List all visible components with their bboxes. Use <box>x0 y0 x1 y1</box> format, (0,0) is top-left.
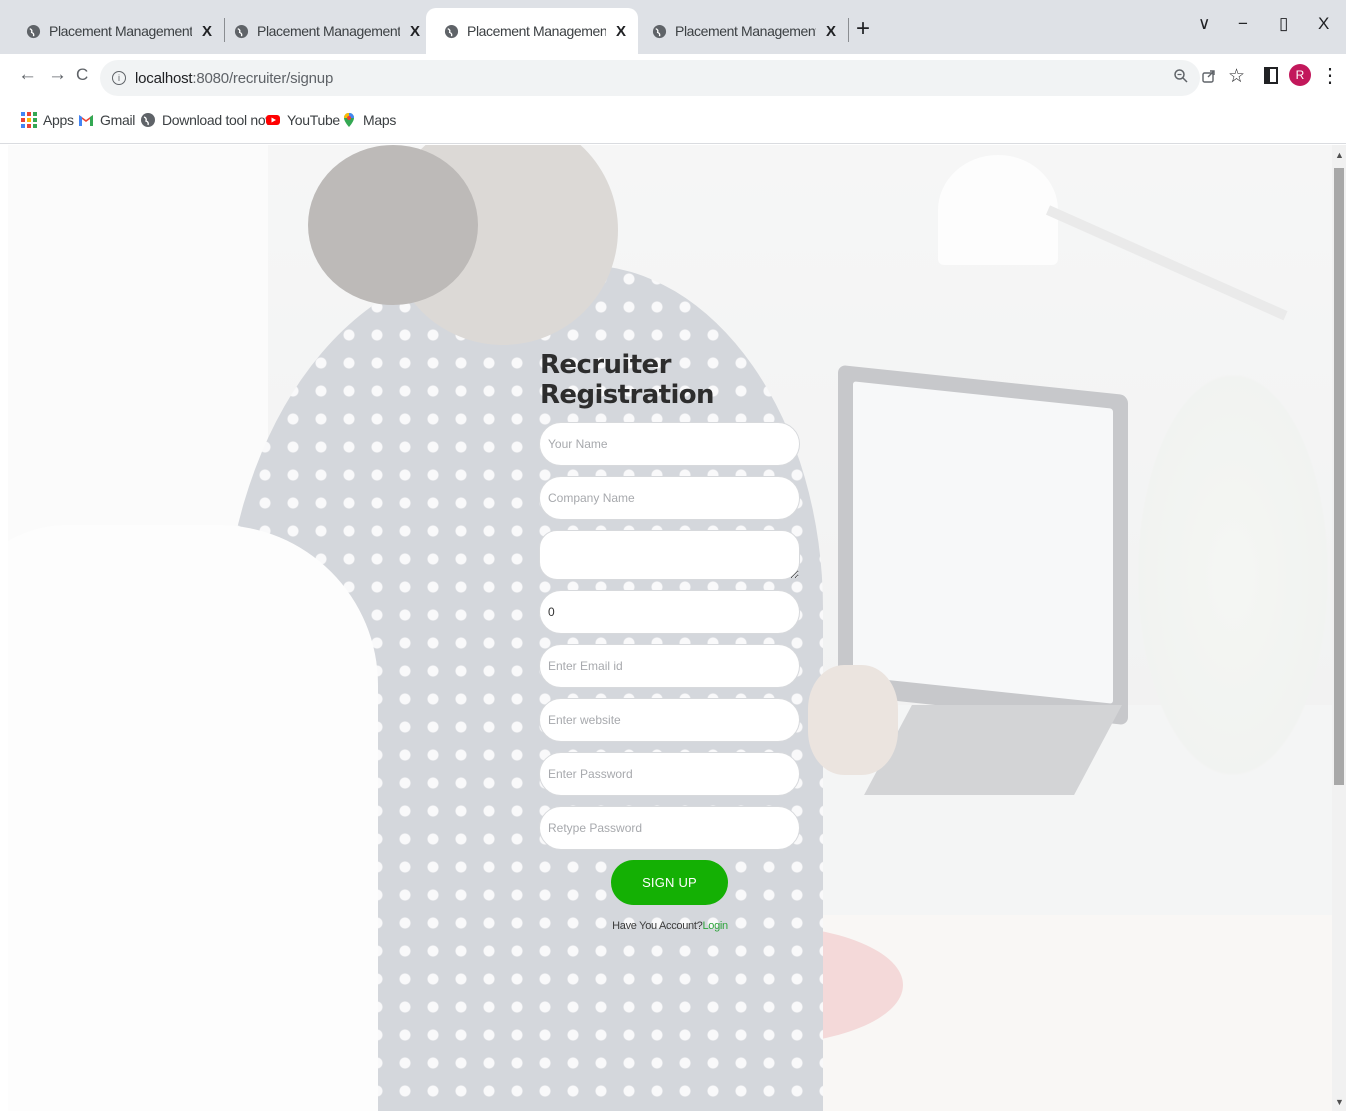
tab-close-icon[interactable]: X <box>616 23 626 40</box>
bookmark-label: Apps <box>43 112 74 128</box>
bookmark-label: Maps <box>363 112 397 128</box>
sign-up-button[interactable]: SIGN UP <box>611 860 728 905</box>
address-bar[interactable]: i localhost:8080/recruiter/signup <box>100 60 1200 96</box>
page-viewport: Recruiter Registration SIGN UP Have You … <box>8 145 1332 1111</box>
number-input[interactable] <box>539 590 800 634</box>
url-text: localhost:8080/recruiter/signup <box>135 70 333 87</box>
site-info-icon[interactable]: i <box>112 71 126 85</box>
email-input[interactable] <box>539 644 800 688</box>
tab-placement-1[interactable]: Placement Management System X <box>8 8 224 54</box>
tab-close-icon[interactable]: X <box>202 23 212 40</box>
bookmark-label: Gmail <box>100 112 136 128</box>
menu-kebab-icon[interactable]: ⋮ <box>1320 63 1340 88</box>
retype-password-input[interactable] <box>539 806 800 850</box>
scrollbar-thumb[interactable] <box>1334 168 1344 785</box>
bookmark-label: YouTube <box>287 112 340 128</box>
scroll-up-arrow-icon[interactable]: ▲ <box>1335 150 1344 160</box>
tab-title: Placement Management System <box>257 23 400 39</box>
password-input[interactable] <box>539 752 800 796</box>
forward-button[interactable]: → <box>48 64 67 86</box>
tab-placement-2[interactable]: Placement Management System X <box>216 8 432 54</box>
back-button[interactable]: ← <box>18 64 37 86</box>
login-link[interactable]: Login <box>702 920 728 932</box>
bookmark-apps[interactable]: Apps <box>21 112 74 128</box>
new-tab-button[interactable]: + <box>856 15 870 43</box>
bookmark-label: Download tool now <box>162 112 276 128</box>
tab-strip: Placement Management System X Placement … <box>0 0 1346 54</box>
bookmark-youtube[interactable]: YouTube <box>265 112 340 128</box>
globe-icon <box>652 24 667 38</box>
page-title: Recruiter Registration <box>540 350 715 410</box>
tab-title: Placement Management System <box>675 23 816 39</box>
youtube-icon <box>266 115 280 125</box>
url-host: localhost <box>135 69 193 87</box>
address-textarea[interactable] <box>539 530 800 580</box>
scroll-down-arrow-icon[interactable]: ▼ <box>1335 1097 1344 1107</box>
minimize-button[interactable]: − <box>1238 14 1248 34</box>
browser-toolbar: ← → C i localhost:8080/recruiter/signup … <box>0 54 1346 100</box>
bookmark-star-icon[interactable]: ☆ <box>1228 65 1245 88</box>
globe-icon <box>26 24 41 38</box>
url-path: :8080/recruiter/signup <box>192 69 334 87</box>
company-name-input[interactable] <box>539 476 800 520</box>
bookmark-download-tool[interactable]: Download tool now <box>140 112 276 128</box>
restore-button[interactable]: ▯ <box>1279 14 1288 34</box>
profile-avatar[interactable]: R <box>1289 64 1311 86</box>
globe-icon <box>444 24 459 38</box>
bookmarks-bar: Apps Gmail Download tool now YouTube Map… <box>0 100 1346 144</box>
globe-icon <box>141 113 155 127</box>
zoom-icon[interactable] <box>1173 68 1189 84</box>
maps-pin-icon <box>344 113 354 127</box>
website-input[interactable] <box>539 698 800 742</box>
bookmark-gmail[interactable]: Gmail <box>78 112 135 128</box>
bookmark-maps[interactable]: Maps <box>341 112 396 128</box>
tab-placement-3-active[interactable]: Placement Management System X <box>426 8 638 54</box>
reload-button[interactable]: C <box>76 65 88 85</box>
tab-close-icon[interactable]: X <box>410 23 420 40</box>
apps-grid-icon <box>21 112 37 128</box>
login-prompt-text: Have You Account? <box>612 920 703 932</box>
tab-search-icon[interactable]: ∨ <box>1198 14 1210 34</box>
tab-title: Placement Management System <box>49 23 192 39</box>
recruiter-signup-form: Recruiter Registration SIGN UP Have You … <box>539 350 801 932</box>
your-name-input[interactable] <box>539 422 800 466</box>
gmail-icon <box>79 115 93 126</box>
tab-close-icon[interactable]: X <box>826 23 836 40</box>
login-prompt: Have You Account?Login <box>539 920 801 932</box>
tab-divider <box>848 18 849 42</box>
side-panel-icon[interactable] <box>1264 67 1278 84</box>
share-icon[interactable] <box>1201 68 1217 84</box>
tab-title: Placement Management System <box>467 23 606 39</box>
tab-placement-4[interactable]: Placement Management System X <box>634 8 848 54</box>
globe-icon <box>234 24 249 38</box>
close-window-button[interactable]: X <box>1318 14 1329 34</box>
